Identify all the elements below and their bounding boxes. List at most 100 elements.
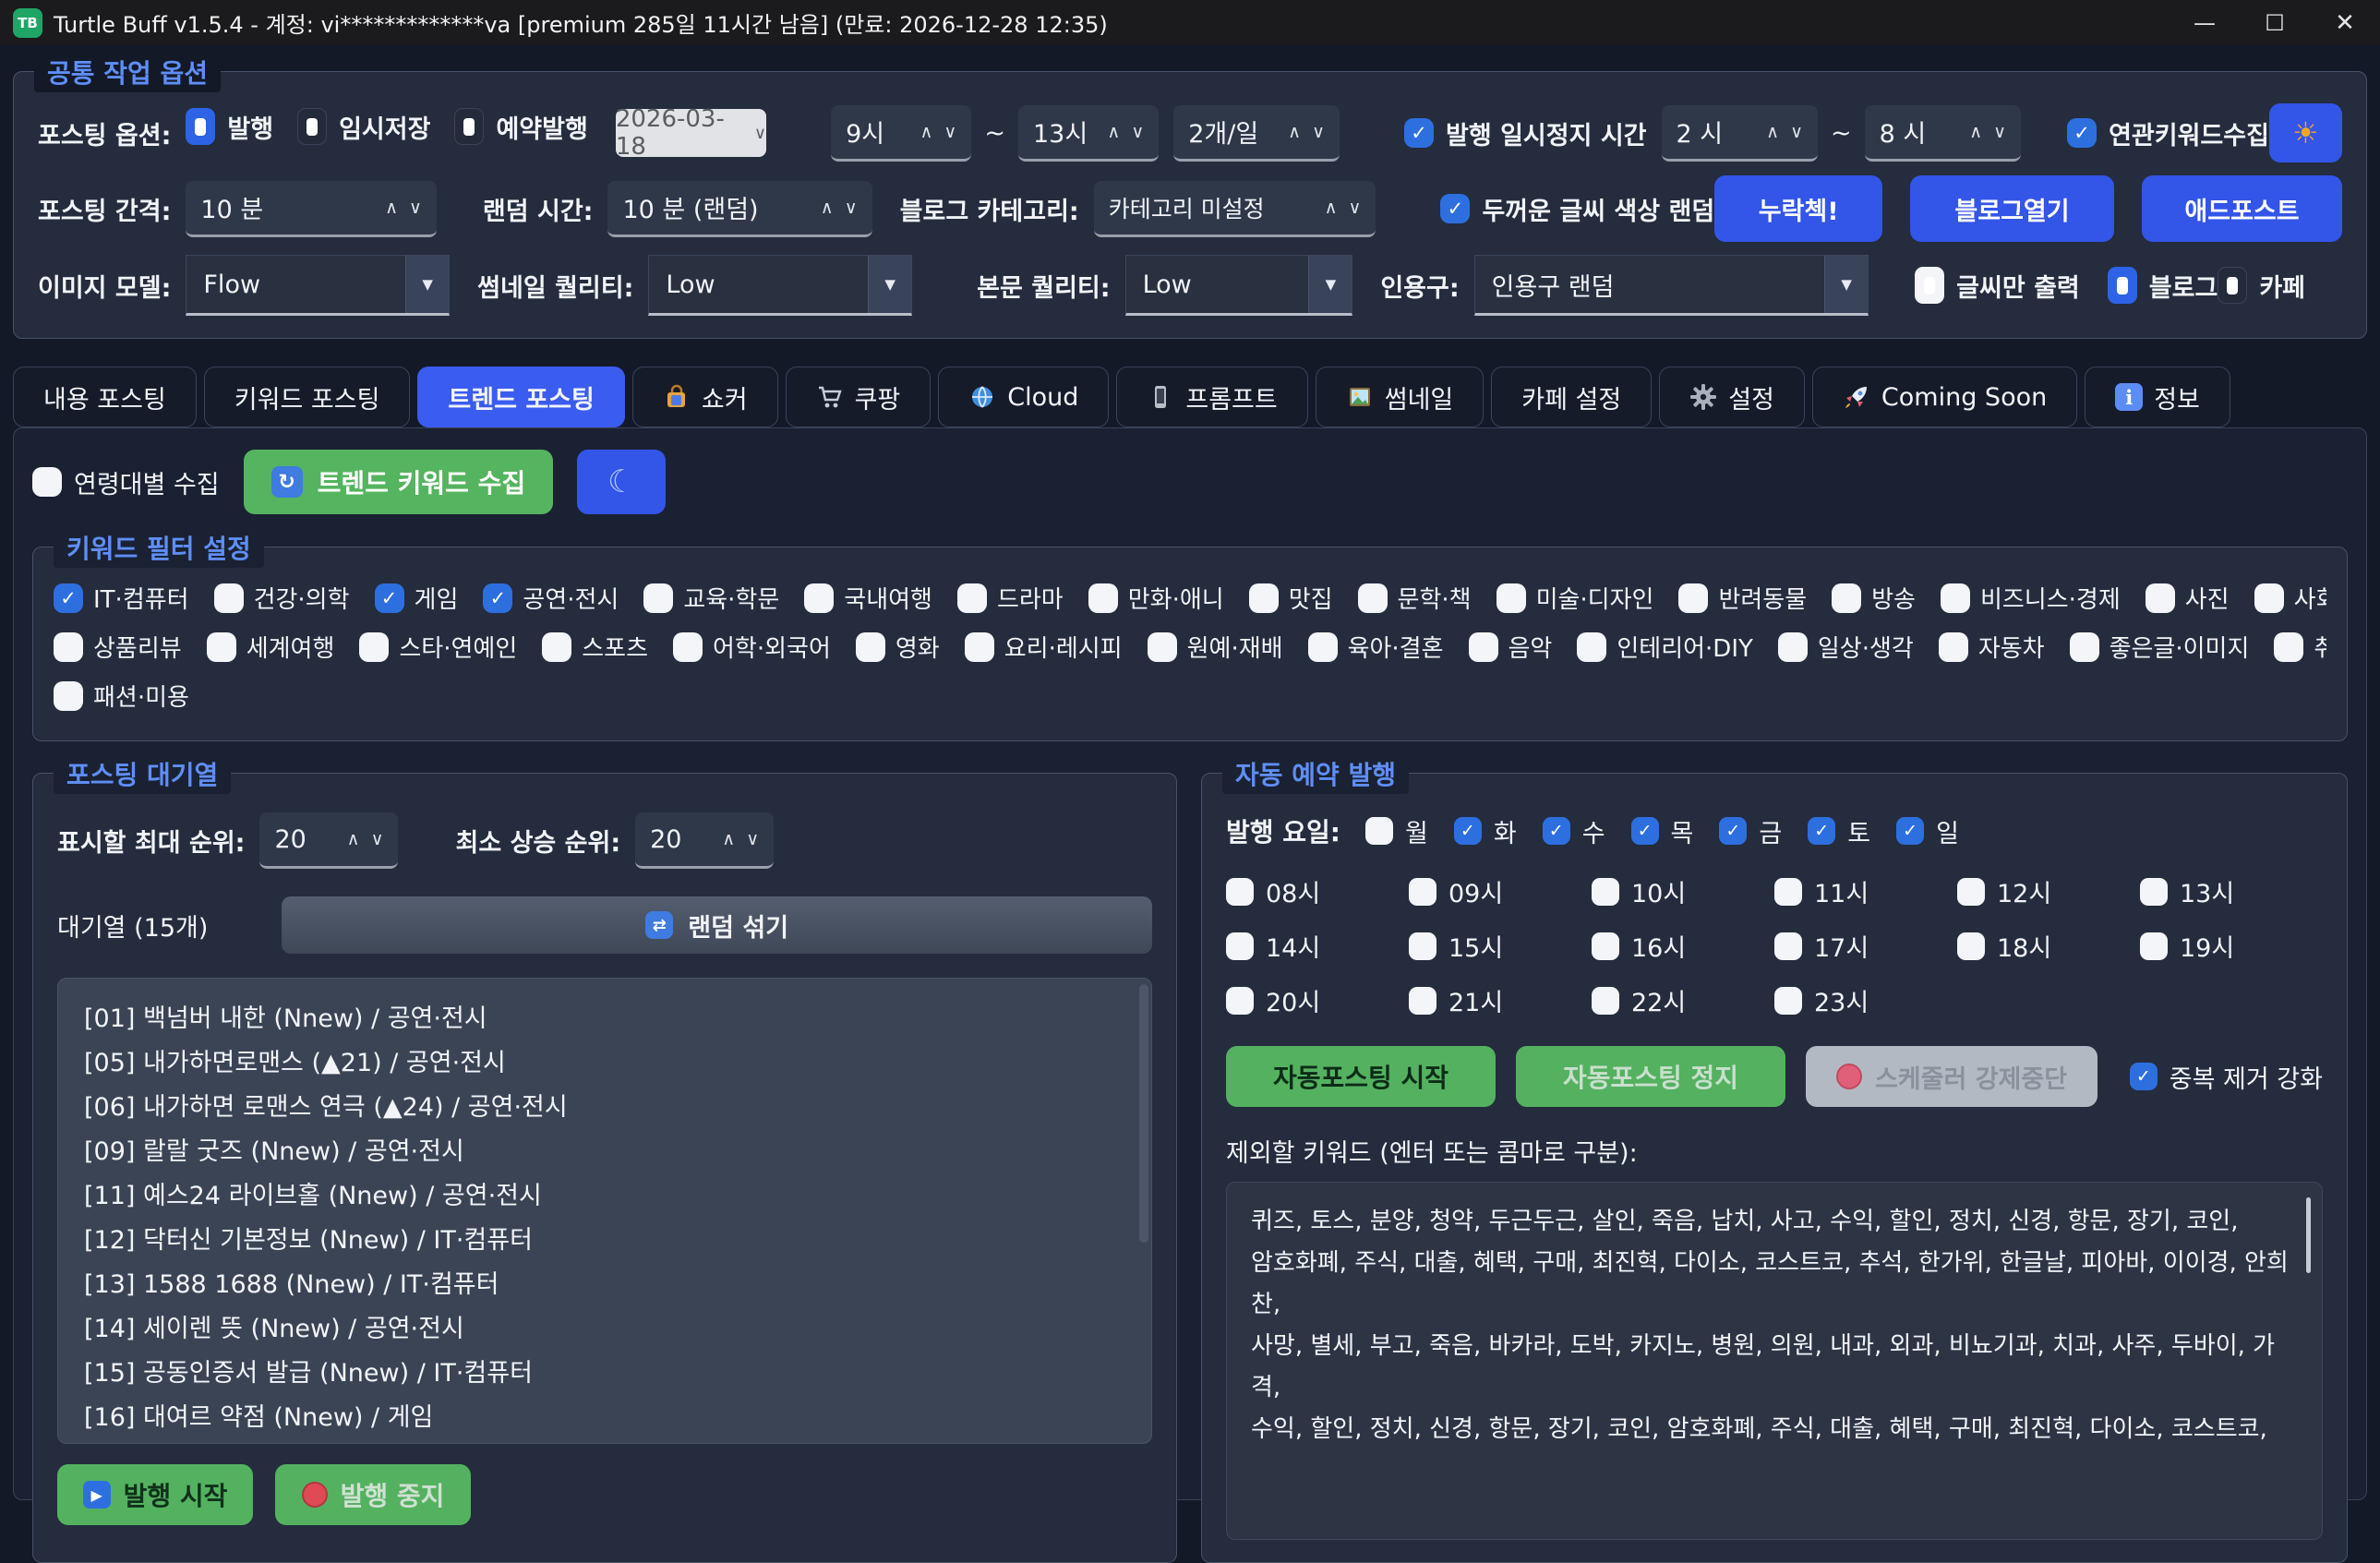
keyword-filter-checkbox[interactable]: 국내여행 — [804, 581, 932, 615]
spinner-arrows-icon[interactable]: ∧∨ — [711, 829, 759, 849]
posting-mode-radio[interactable]: 임시저장 — [297, 108, 430, 145]
keyword-filter-checkbox[interactable]: 공연·전시 — [483, 581, 619, 615]
spinner-arrows-icon[interactable]: ∧∨ — [1314, 198, 1362, 218]
queue-list-item[interactable]: [13] 1588 1688 (Nnew) / IT·컴퓨터 — [84, 1263, 1125, 1307]
auto-posting-stop-button[interactable]: 자동포스팅 정지 — [1516, 1046, 1785, 1107]
text-only-checkbox[interactable]: 글씨만 출력 — [1915, 267, 2080, 304]
keyword-filter-checkbox[interactable]: 사진 — [2146, 581, 2230, 615]
spinner-arrows-icon[interactable]: ∧∨ — [909, 122, 957, 142]
publish-day-checkbox[interactable]: 토 — [1808, 813, 1870, 849]
publish-time-checkbox[interactable]: 15시 — [1409, 928, 1592, 964]
spinner-arrows-icon[interactable]: ∧∨ — [1277, 122, 1325, 142]
keyword-filter-checkbox[interactable]: 스포츠 — [542, 630, 648, 664]
tab-6[interactable]: 프롬프트 — [1116, 367, 1307, 427]
publish-time-checkbox[interactable]: 22시 — [1592, 982, 1774, 1018]
time-to-spinner[interactable]: 13시 ∧∨ — [1018, 105, 1159, 162]
body-quality-dropdown[interactable]: Low ▼ — [1125, 255, 1353, 316]
publish-time-checkbox[interactable]: 11시 — [1774, 873, 1957, 909]
spinner-arrows-icon[interactable]: ∧∨ — [336, 829, 384, 849]
related-keywords-checkbox[interactable]: 연관키워드수집 — [2067, 115, 2269, 151]
tab-4[interactable]: 쿠팡 — [786, 367, 932, 427]
tab-10[interactable]: Coming Soon — [1812, 367, 2077, 427]
shuffle-button[interactable]: ⇄ 랜덤 섞기 — [282, 896, 1152, 954]
missing-check-button[interactable]: 누락첵! — [1714, 175, 1882, 242]
publish-time-checkbox[interactable]: 21시 — [1409, 982, 1592, 1018]
publish-time-checkbox[interactable]: 12시 — [1957, 873, 2140, 909]
close-button[interactable]: ✕ — [2310, 0, 2380, 45]
exclude-keywords-textarea[interactable]: 퀴즈, 토스, 분양, 청약, 두근두근, 살인, 죽음, 납치, 사고, 수익… — [1226, 1182, 2323, 1540]
queue-list-item[interactable]: [06] 내가하면 로맨스 연극 (▲24) / 공연·전시 — [84, 1086, 1125, 1130]
keyword-filter-checkbox[interactable]: 상품리뷰 — [54, 630, 182, 664]
tab-0[interactable]: 내용 포스팅 — [13, 367, 197, 427]
pause-to-spinner[interactable]: 8 시 ∧∨ — [1865, 105, 2021, 162]
publish-start-button[interactable]: ▶ 발행 시작 — [57, 1464, 253, 1525]
moon-theme-button[interactable]: ☾ — [577, 450, 666, 514]
tab-9[interactable]: 설정 — [1659, 367, 1805, 427]
posting-interval-spinner[interactable]: 10 분 ∧∨ — [186, 181, 437, 237]
per-day-spinner[interactable]: 2개/일 ∧∨ — [1173, 105, 1340, 162]
keyword-filter-checkbox[interactable]: 취미 — [2274, 630, 2326, 664]
collect-trend-keywords-button[interactable]: ↻ 트렌드 키워드 수집 — [244, 450, 554, 514]
thumb-quality-dropdown[interactable]: Low ▼ — [648, 255, 912, 316]
pause-from-spinner[interactable]: 2 시 ∧∨ — [1662, 105, 1818, 162]
auto-posting-start-button[interactable]: 자동포스팅 시작 — [1226, 1046, 1496, 1107]
publish-time-checkbox[interactable]: 09시 — [1409, 873, 1592, 909]
publish-day-checkbox[interactable]: 월 — [1365, 813, 1428, 849]
keyword-filter-checkbox[interactable]: 교육·학문 — [643, 581, 779, 615]
keyword-filter-checkbox[interactable]: 육아·결혼 — [1308, 630, 1444, 664]
queue-list-item[interactable]: [12] 닥터신 기본정보 (Nnew) / IT·컴퓨터 — [84, 1219, 1125, 1263]
publish-time-checkbox[interactable]: 14시 — [1226, 928, 1409, 964]
queue-list-item[interactable]: [17] 2026 퍼스트스탠드 (Nnew) / 게임 — [84, 1440, 1125, 1444]
maximize-button[interactable]: ☐ — [2240, 0, 2310, 45]
max-rank-spinner[interactable]: 20 ∧∨ — [259, 812, 398, 869]
publish-time-checkbox[interactable]: 08시 — [1226, 873, 1409, 909]
keyword-filter-checkbox[interactable]: 자동차 — [1939, 630, 2045, 664]
posting-mode-radio[interactable]: 발행 — [186, 108, 273, 145]
pause-time-checkbox[interactable]: 발행 일시정지 시간 — [1404, 115, 1647, 151]
tab-2[interactable]: 트렌드 포스팅 — [417, 367, 624, 427]
keyword-filter-checkbox[interactable]: 음악 — [1469, 630, 1553, 664]
publish-time-checkbox[interactable]: 17시 — [1774, 928, 1957, 964]
spinner-arrows-icon[interactable]: ∧∨ — [1755, 122, 1803, 142]
dedup-checkbox[interactable]: 중복 제거 강화 — [2130, 1059, 2323, 1095]
keyword-filter-checkbox[interactable]: 문학·책 — [1358, 581, 1472, 615]
keyword-filter-checkbox[interactable]: 세계여행 — [207, 630, 335, 664]
publish-time-checkbox[interactable]: 23시 — [1774, 982, 1957, 1018]
publish-time-checkbox[interactable]: 19시 — [2140, 928, 2323, 964]
publish-time-checkbox[interactable]: 18시 — [1957, 928, 2140, 964]
age-group-checkbox[interactable]: 연령대별 수집 — [32, 464, 220, 500]
tab-7[interactable]: 썸네일 — [1316, 367, 1484, 427]
spinner-arrows-icon[interactable]: ∧∨ — [810, 198, 858, 218]
target-cafe-radio[interactable]: 카페 — [2218, 267, 2305, 304]
publish-time-checkbox[interactable]: 16시 — [1592, 928, 1774, 964]
spinner-arrows-icon[interactable]: ∧∨ — [1096, 122, 1144, 142]
keyword-filter-checkbox[interactable]: 원예·재배 — [1148, 630, 1283, 664]
publish-day-checkbox[interactable]: 일 — [1896, 813, 1959, 849]
queue-list-item[interactable]: [16] 대여르 약점 (Nnew) / 게임 — [84, 1396, 1125, 1440]
blog-category-spinner[interactable]: 카테고리 미설정 ∧∨ — [1094, 181, 1376, 237]
min-rise-spinner[interactable]: 20 ∧∨ — [635, 812, 774, 869]
keyword-filter-checkbox[interactable]: 드라마 — [957, 581, 1064, 615]
keyword-filter-checkbox[interactable]: 일상·생각 — [1778, 630, 1914, 664]
keyword-filter-checkbox[interactable]: 건강·의학 — [214, 581, 350, 615]
publish-day-checkbox[interactable]: 수 — [1543, 813, 1605, 849]
keyword-filter-checkbox[interactable]: 미술·디자인 — [1497, 581, 1654, 615]
keyword-filter-checkbox[interactable]: 패션·미용 — [54, 679, 189, 713]
tab-3[interactable]: 쇼커 — [632, 367, 778, 427]
schedule-date-select[interactable]: 2026-03-18 ∨ — [616, 109, 766, 157]
keyword-filter-checkbox[interactable]: 만화·애니 — [1088, 581, 1224, 615]
publish-time-checkbox[interactable]: 10시 — [1592, 873, 1774, 909]
queue-list-item[interactable]: [14] 세이렌 뜻 (Nnew) / 공연·전시 — [84, 1307, 1125, 1352]
bold-random-checkbox[interactable]: 두꺼운 글씨 색상 랜덤 — [1440, 191, 1714, 227]
keyword-filter-checkbox[interactable]: 게임 — [375, 581, 459, 615]
keyword-filter-checkbox[interactable]: 어학·외국어 — [673, 630, 831, 664]
target-blog-radio[interactable]: 블로그 — [2108, 267, 2218, 304]
queue-list-item[interactable]: [09] 랄랄 굿즈 (Nnew) / 공연·전시 — [84, 1130, 1125, 1174]
keyword-filter-checkbox[interactable]: 인테리어·DIY — [1577, 630, 1753, 664]
publish-day-checkbox[interactable]: 금 — [1719, 813, 1782, 849]
keyword-filter-checkbox[interactable]: 영화 — [856, 630, 940, 664]
keyword-filter-checkbox[interactable]: 요리·레시피 — [965, 630, 1123, 664]
queue-list-item[interactable]: [01] 백넘버 내한 (Nnew) / 공연·전시 — [84, 997, 1125, 1041]
publish-day-checkbox[interactable]: 목 — [1631, 813, 1694, 849]
quote-dropdown[interactable]: 인용구 랜덤 ▼ — [1474, 255, 1869, 316]
